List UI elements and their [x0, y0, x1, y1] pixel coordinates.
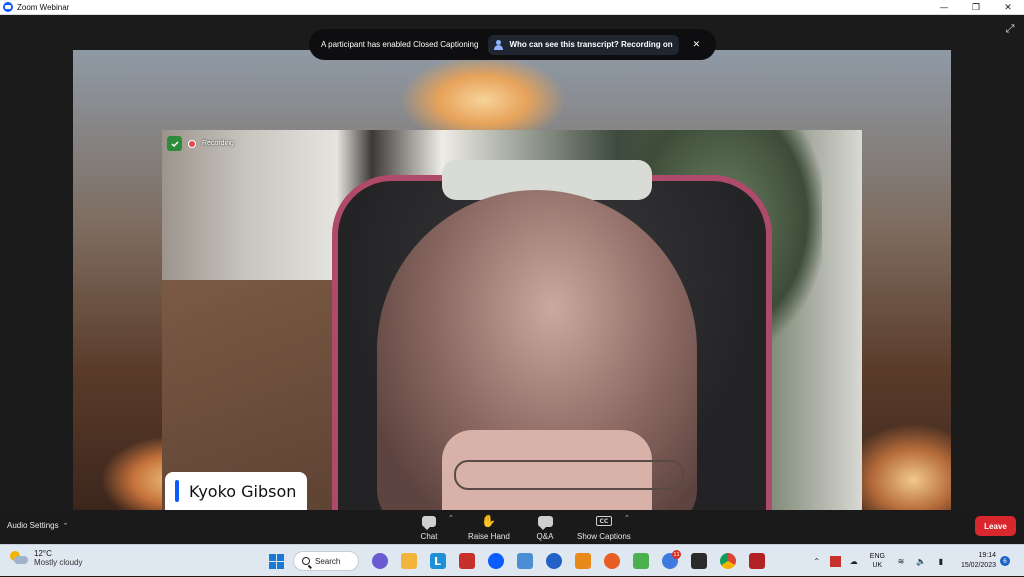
weather-condition: Mostly cloudy [34, 558, 83, 567]
active-speaker-bar [175, 480, 179, 502]
search-icon [302, 557, 310, 565]
taskbar-app-file-explorer[interactable] [394, 550, 423, 572]
clock-date: 15/02/2023 [960, 562, 996, 569]
restore-button[interactable]: ❐ [960, 0, 992, 15]
weather-widget[interactable]: 12°C Mostly cloudy [10, 549, 82, 567]
taskbar-app-chrome[interactable] [713, 550, 742, 572]
clock[interactable]: 19:14 15/02/2023 [961, 551, 996, 571]
transcript-visibility-button[interactable]: Who can see this transcript? Recording o… [488, 34, 679, 55]
chrome-icon [719, 553, 736, 569]
start-button[interactable] [262, 550, 291, 572]
show-captions-label: Show Captions [577, 532, 631, 541]
raise-hand-button[interactable]: ✋ Raise Hand [468, 513, 510, 541]
recording-status: Recording [167, 136, 234, 151]
closed-caption-notification: A participant has enabled Closed Caption… [309, 29, 716, 60]
taskbar-app-malwarebytes[interactable] [539, 550, 568, 572]
window-controls: — ❐ ✕ [928, 0, 1024, 15]
filezilla-tray-icon[interactable] [829, 555, 841, 567]
zoom-icon [487, 553, 504, 569]
chat-button[interactable]: Chat [418, 513, 440, 541]
chevron-up-icon[interactable]: ⌃ [810, 555, 824, 567]
minimize-button[interactable]: — [928, 0, 960, 15]
captions-options-chevron-icon[interactable]: ⌃ [624, 514, 630, 522]
qa-icon [537, 515, 553, 530]
audio-settings-button[interactable]: Audio Settings ⌃ [7, 521, 68, 530]
search-label: Search [315, 556, 341, 566]
taskbar-app-filezilla[interactable] [452, 550, 481, 572]
hand-icon: ✋ [481, 514, 497, 528]
taskbar-app-social[interactable]: 11 [655, 550, 684, 572]
person-icon [494, 39, 504, 50]
volume-icon[interactable]: 🔈 [914, 555, 928, 567]
wifi-icon[interactable]: ≋ [894, 555, 908, 567]
notebook-app-icon [632, 553, 649, 569]
taskbar-app-firefox[interactable] [597, 550, 626, 572]
taskbar-app-teams-chat[interactable] [365, 550, 394, 572]
taskbar-app-notebook[interactable] [626, 550, 655, 572]
transcript-visibility-label: Who can see this transcript? Recording o… [509, 40, 673, 49]
filezilla-icon [458, 553, 475, 569]
file-explorer-icon [400, 553, 417, 569]
fullscreen-icon[interactable]: ⤢ [1004, 23, 1016, 35]
meeting-controls-bar: Audio Settings ⌃ Chat ⌃ ✋ Raise Hand Q&A… [0, 510, 1024, 544]
notepad-app-icon [516, 553, 533, 569]
close-button[interactable]: ✕ [992, 0, 1024, 15]
malwarebytes-icon [545, 553, 562, 569]
social-app-badge: 11 [672, 550, 681, 559]
terminal-icon [690, 553, 707, 569]
media-app-icon [574, 553, 591, 569]
meeting-stage: Recording Kyoko Gibson A participant has… [0, 15, 1024, 510]
language-indicator[interactable]: ENG UK [870, 552, 885, 570]
weather-temperature: 12°C [34, 549, 52, 558]
taskbar-search[interactable]: Search [293, 551, 359, 571]
l-app-icon: L [429, 553, 446, 569]
teams-chat-icon [371, 553, 388, 569]
participant-name: Kyoko Gibson [189, 481, 297, 501]
chevron-up-icon[interactable]: ⌃ [63, 522, 69, 530]
system-tray: ⌃ ☁ ENG UK ≋ 🔈 ▮ 19:14 15/02/2023 6 [807, 545, 1024, 577]
taskbar-app-zoom[interactable] [481, 550, 510, 572]
taskbar-app-notepad[interactable] [510, 550, 539, 572]
closed-captions-icon: CC [595, 516, 612, 526]
battery-icon[interactable]: ▮ [934, 555, 948, 567]
recording-dot-icon [188, 139, 196, 148]
notification-message: A participant has enabled Closed Caption… [321, 40, 479, 49]
recording-label: Recording [202, 140, 234, 147]
qa-button[interactable]: Q&A [534, 513, 556, 541]
taskbar-app-game[interactable] [742, 550, 771, 572]
title-bar: Zoom Webinar — ❐ ✕ [0, 0, 1024, 15]
onedrive-cloud-icon[interactable]: ☁ [847, 555, 861, 567]
zoom-logo-icon [3, 2, 13, 12]
chat-icon [422, 515, 436, 530]
taskbar-apps: Search L 11 [262, 550, 771, 572]
taskbar-app-terminal[interactable] [684, 550, 713, 572]
taskbar-app-media[interactable] [568, 550, 597, 572]
game-app-icon [748, 553, 765, 569]
windows-start-icon [269, 553, 284, 569]
qa-label: Q&A [536, 532, 554, 541]
window-title: Zoom Webinar [17, 2, 70, 12]
participant-video[interactable]: Recording [162, 130, 862, 510]
leave-button[interactable]: Leave [975, 516, 1016, 536]
audio-settings-label: Audio Settings [7, 521, 59, 530]
taskbar-app-l[interactable]: L [423, 550, 452, 572]
encryption-shield-icon[interactable] [167, 136, 182, 151]
close-notification-icon[interactable]: ✕ [693, 40, 701, 50]
clock-time: 19:14 [978, 552, 996, 559]
notification-count-badge[interactable]: 6 [1000, 556, 1010, 566]
raise-hand-label: Raise Hand [468, 532, 510, 541]
windows-taskbar: 12°C Mostly cloudy Search L 11 ⌃ ☁ ENG U… [0, 544, 1024, 576]
chat-label: Chat [420, 532, 438, 541]
show-captions-button[interactable]: CC Show Captions [577, 513, 631, 541]
partly-cloudy-icon [10, 550, 28, 566]
firefox-icon [603, 553, 620, 569]
chat-options-chevron-icon[interactable]: ⌃ [448, 514, 454, 522]
participant-name-tag: Kyoko Gibson [165, 472, 307, 510]
